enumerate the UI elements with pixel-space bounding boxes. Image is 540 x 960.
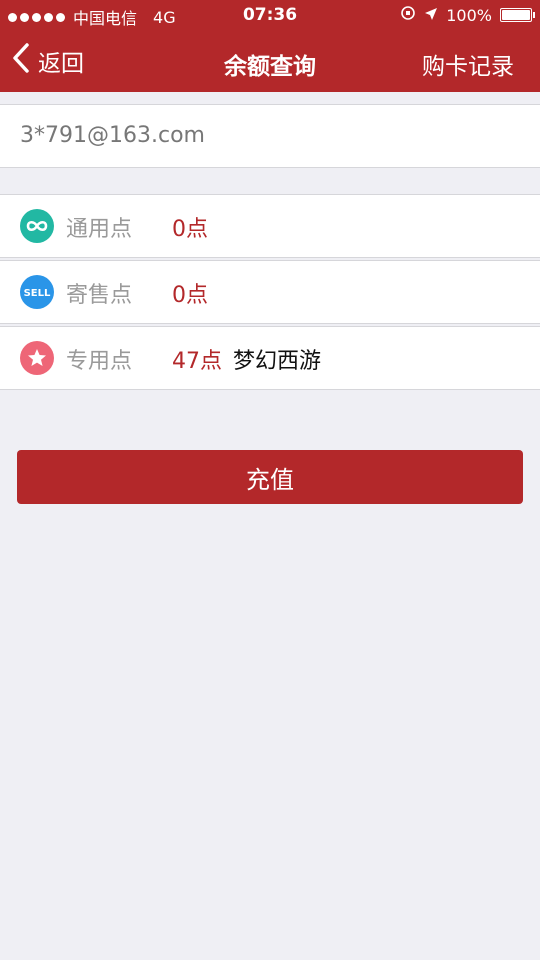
status-bar: 中国电信 4G 07:36 100% xyxy=(0,0,540,30)
star-icon xyxy=(20,341,54,375)
balance-value: 0点 xyxy=(172,217,208,242)
balance-row-dedicated: 专用点 47点 梦幻西游 xyxy=(0,326,540,390)
rotation-lock-icon xyxy=(400,5,416,25)
balance-row-consignment: SELL 寄售点 0点 xyxy=(0,260,540,324)
sell-icon: SELL xyxy=(20,275,54,309)
battery-percent: 100% xyxy=(446,5,492,25)
status-right: 100% xyxy=(400,5,535,25)
navigation-bar: 返回 余额查询 购卡记录 xyxy=(0,30,540,92)
balance-label: 通用点 xyxy=(66,217,133,242)
purchase-records-button[interactable]: 购卡记录 xyxy=(422,47,514,81)
balance-row-general: 通用点 0点 xyxy=(0,194,540,258)
balance-value: 0点 xyxy=(172,283,208,308)
recharge-button[interactable]: 充值 xyxy=(17,450,523,504)
infinity-icon xyxy=(20,209,54,243)
battery-icon xyxy=(500,8,535,22)
sell-icon-text: SELL xyxy=(24,288,51,299)
location-icon xyxy=(424,6,438,25)
game-name: 梦幻西游 xyxy=(233,349,322,374)
balance-label: 寄售点 xyxy=(66,283,133,308)
balance-value: 47点 xyxy=(172,349,222,374)
account-email: 3*791@163.com xyxy=(20,123,205,148)
balance-label: 专用点 xyxy=(66,349,133,374)
account-row: 3*791@163.com xyxy=(0,104,540,168)
